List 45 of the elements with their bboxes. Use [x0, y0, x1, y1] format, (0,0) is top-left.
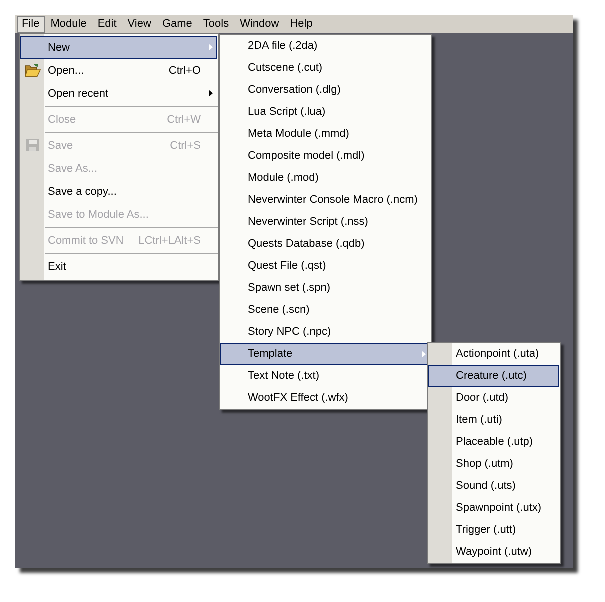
- menu-item[interactable]: New: [20, 36, 217, 59]
- menu-item[interactable]: Conversation (.dlg): [220, 79, 430, 101]
- menu-bar-item[interactable]: Window: [235, 16, 284, 32]
- shortcut-label: Ctrl+S: [169, 140, 201, 152]
- menu-bar-item[interactable]: Edit: [92, 16, 122, 32]
- menu-item[interactable]: Actionpoint (.uta): [428, 343, 559, 365]
- menu-item[interactable]: Spawnpoint (.utx): [428, 497, 559, 519]
- menu-item[interactable]: Module (.mod): [220, 167, 430, 189]
- menu-item[interactable]: WootFX Effect (.wfx): [220, 387, 430, 409]
- shortcut-label: LCtrl+LAlt+S: [138, 234, 201, 246]
- menu-item[interactable]: Trigger (.utt): [428, 519, 559, 541]
- menu-item[interactable]: Spawn set (.spn): [220, 277, 430, 299]
- shortcut-label: Ctrl+W: [166, 114, 201, 126]
- menu-item[interactable]: Scene (.scn): [220, 299, 430, 321]
- menu-item[interactable]: Story NPC (.npc): [220, 321, 430, 343]
- menu-bar-item[interactable]: Tools: [198, 16, 234, 32]
- menu-item[interactable]: Item (.uti): [428, 409, 559, 431]
- menu-item[interactable]: Shop (.utm): [428, 453, 559, 475]
- menu-bar-item[interactable]: Game: [157, 16, 198, 32]
- menu-item[interactable]: Open... Ctrl+O: [20, 59, 217, 82]
- menu-item[interactable]: Open recent: [20, 82, 217, 105]
- menu-bar-item[interactable]: Help: [285, 16, 318, 32]
- menu-bar-item[interactable]: Module: [46, 16, 92, 32]
- menu-item[interactable]: Creature (.utc): [428, 365, 559, 387]
- menu-item[interactable]: Placeable (.utp): [428, 431, 559, 453]
- shortcut-label: Ctrl+O: [168, 64, 201, 76]
- menu-item[interactable]: Exit: [20, 255, 217, 278]
- folder-icon: [24, 64, 40, 77]
- menu-item[interactable]: Cutscene (.cut): [220, 57, 430, 79]
- menu-item[interactable]: Quests Database (.qdb): [220, 233, 430, 255]
- menu-item[interactable]: Text Note (.txt): [220, 365, 430, 387]
- menu-item[interactable]: Waypoint (.utw): [428, 541, 559, 563]
- menu-item[interactable]: Neverwinter Script (.nss): [220, 211, 430, 233]
- menu-item[interactable]: Lua Script (.lua): [220, 101, 430, 123]
- menu-bar-item[interactable]: File: [17, 16, 45, 32]
- menu-item[interactable]: Save a copy...: [20, 180, 217, 203]
- menu-item[interactable]: Composite model (.mdl): [220, 145, 430, 167]
- menu-item[interactable]: Quest File (.qst): [220, 255, 430, 277]
- menu-item[interactable]: Neverwinter Console Macro (.ncm): [220, 189, 430, 211]
- menu-item[interactable]: Meta Module (.mmd): [220, 123, 430, 145]
- menu-item[interactable]: Sound (.uts): [428, 475, 559, 497]
- menu-bar-item[interactable]: View: [122, 16, 156, 32]
- menu-item[interactable]: Template: [220, 343, 430, 365]
- menu-item[interactable]: Door (.utd): [428, 387, 559, 409]
- menu-item[interactable]: 2DA file (.2da): [220, 35, 430, 57]
